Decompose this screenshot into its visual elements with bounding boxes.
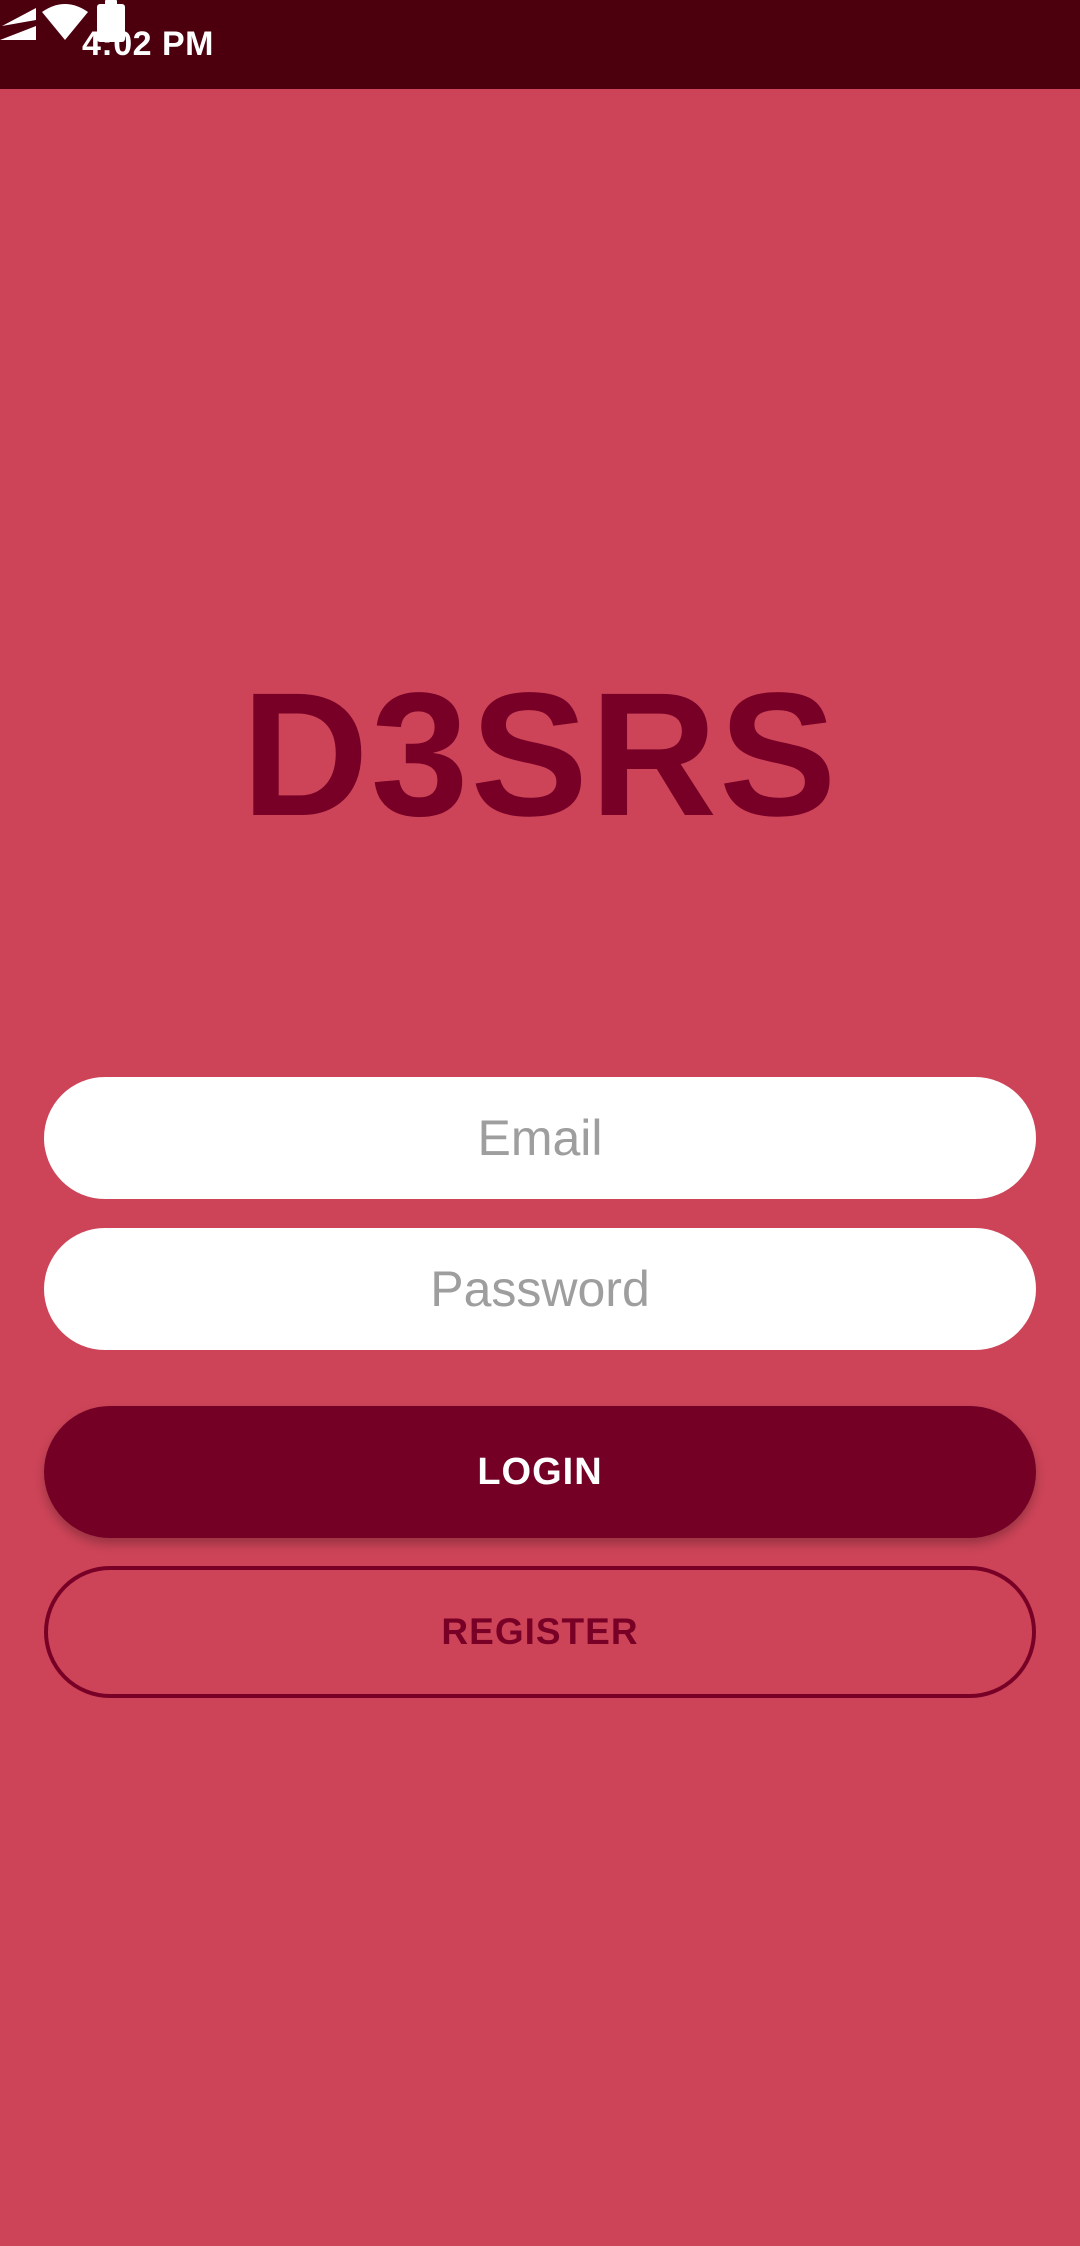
password-field[interactable] (44, 1228, 1036, 1350)
login-button[interactable]: LOGIN (44, 1406, 1036, 1538)
login-button-label: LOGIN (477, 1450, 603, 1493)
app-title: D3SRS (241, 657, 839, 853)
status-time: 4:02 PM (82, 25, 214, 63)
signal-icon (0, 8, 36, 40)
register-button-label: REGISTER (441, 1611, 639, 1652)
email-field[interactable] (44, 1077, 1036, 1199)
status-bar: 4:02 PM 70 (0, 0, 1080, 89)
register-button[interactable]: REGISTER (44, 1566, 1036, 1698)
battery-level: 70 (981, 36, 1005, 56)
